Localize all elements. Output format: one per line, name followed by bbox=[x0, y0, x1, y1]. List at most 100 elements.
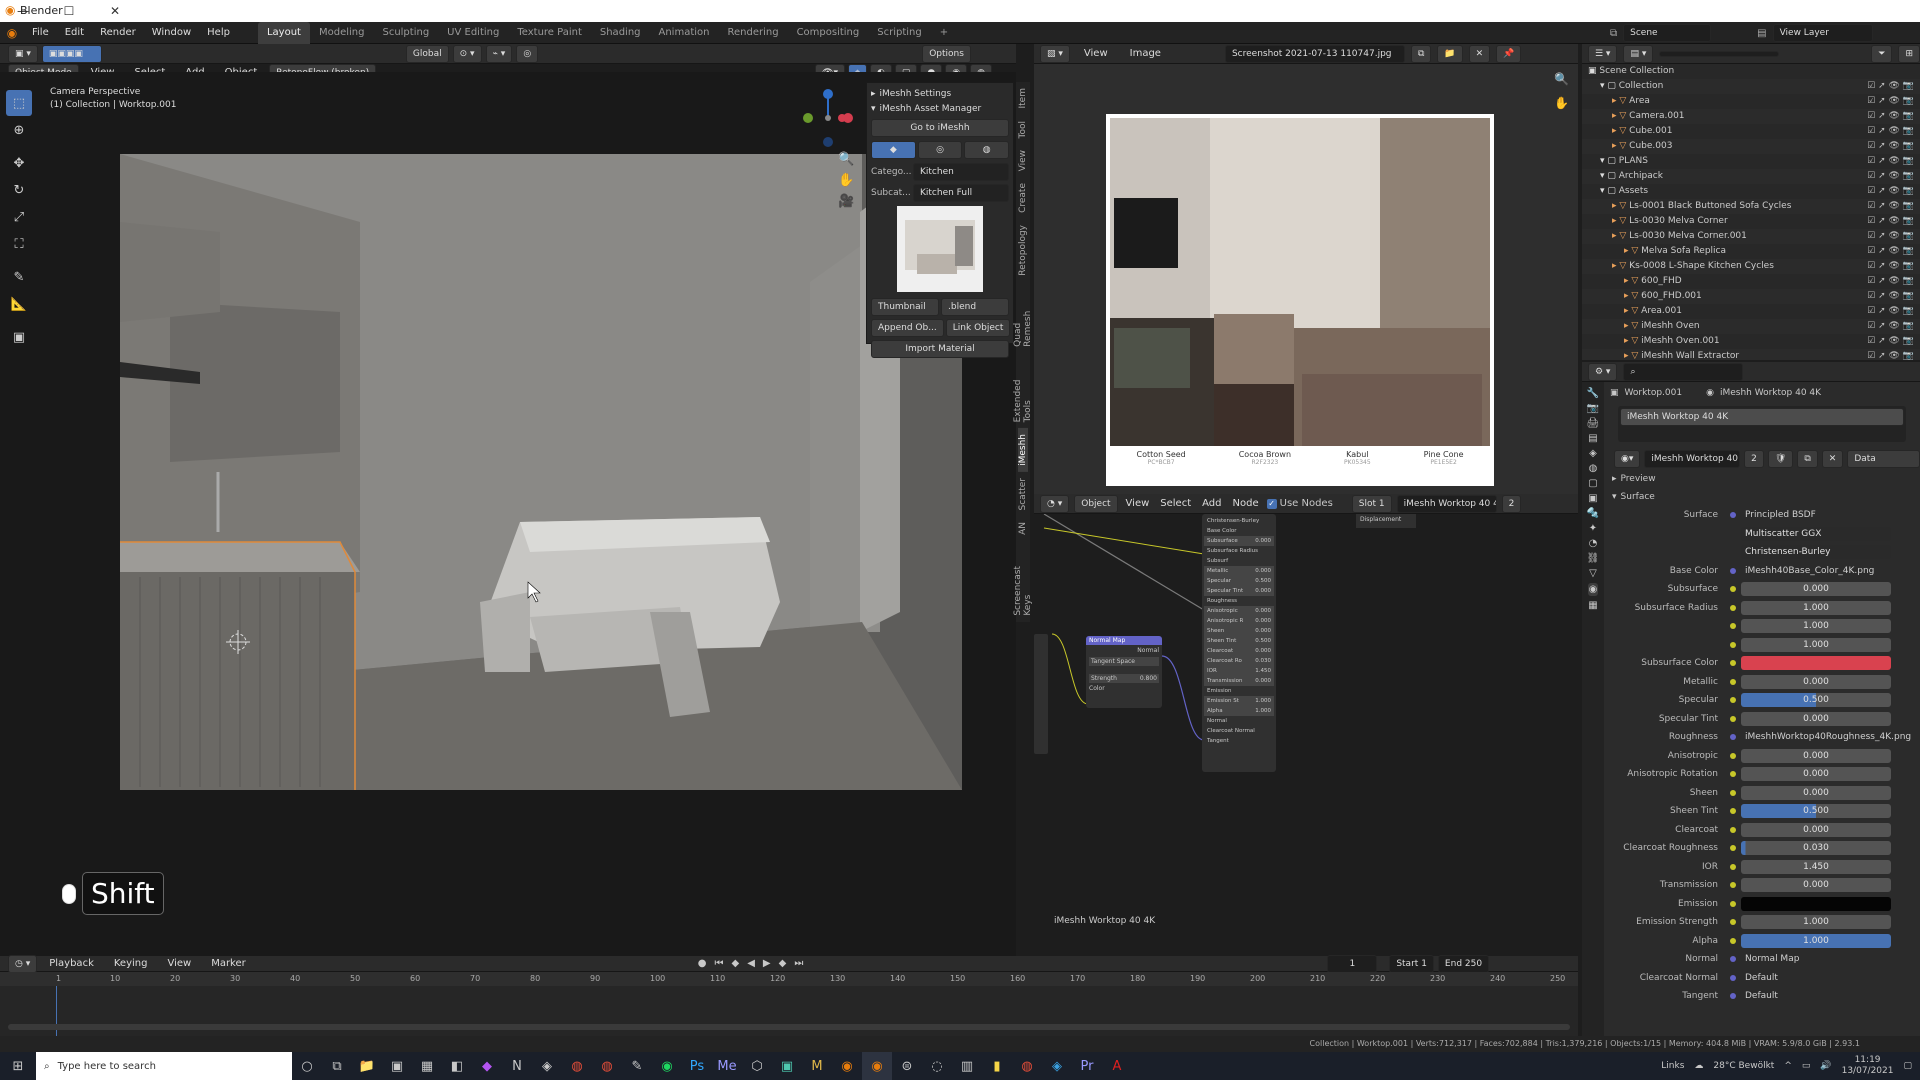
property-value[interactable]: 0.000 bbox=[1741, 822, 1891, 837]
property-value[interactable]: 0.000 bbox=[1741, 748, 1891, 763]
visibility-toggles[interactable]: ☑ ➚ 👁 📷 bbox=[1867, 334, 1914, 349]
socket-dot-icon[interactable] bbox=[1730, 956, 1736, 963]
node-material-users[interactable]: 2 bbox=[1501, 494, 1522, 513]
3d-viewport[interactable]: Camera Perspective (1) Collection | Work… bbox=[0, 72, 1016, 956]
property-value[interactable] bbox=[1741, 896, 1891, 911]
socket-dot-icon[interactable] bbox=[1730, 919, 1736, 926]
objects-tab-icon[interactable]: ◆ bbox=[871, 141, 916, 159]
timeline-scrollbar[interactable] bbox=[8, 1024, 1570, 1030]
outliner-type-button[interactable]: ☰ ▾ bbox=[1588, 44, 1618, 63]
app-icon[interactable]: M bbox=[802, 1052, 832, 1080]
menu-file[interactable]: File bbox=[24, 22, 57, 44]
outliner-item[interactable]: ▸ ▽ Area.001 ☑ ➚ 👁 📷 bbox=[1582, 304, 1920, 319]
bsdf-socket-row[interactable]: Roughness bbox=[1204, 596, 1274, 606]
file-explorer-icon[interactable]: 📁 bbox=[352, 1052, 382, 1080]
socket-dot-icon[interactable] bbox=[1730, 993, 1736, 1000]
photoshop-icon[interactable]: Ps bbox=[682, 1052, 712, 1080]
tab-layout[interactable]: Layout bbox=[257, 21, 310, 44]
socket-dot-icon[interactable] bbox=[1730, 826, 1736, 833]
bsdf-socket-row[interactable]: Sheen 0.000 bbox=[1204, 626, 1274, 636]
tab-animation[interactable]: Animation bbox=[650, 22, 719, 44]
socket-dot-icon[interactable] bbox=[1730, 789, 1736, 796]
measure-tool-icon[interactable]: 📐 bbox=[6, 291, 32, 317]
sticky-notes-icon[interactable]: ▮ bbox=[982, 1052, 1012, 1080]
unlink-image-icon[interactable]: ✕ bbox=[1468, 44, 1491, 63]
node-menu-node[interactable]: Node bbox=[1230, 493, 1262, 515]
add-cube-tool-icon[interactable]: ▣ bbox=[6, 324, 32, 350]
node-object-dropdown[interactable]: Object bbox=[1074, 494, 1118, 513]
property-value[interactable]: 0.000 bbox=[1741, 878, 1891, 893]
bsdf-socket-row[interactable]: Emission St 1.000 bbox=[1204, 696, 1274, 706]
property-value[interactable]: 0.030 bbox=[1741, 841, 1891, 856]
add-workspace-button[interactable]: + bbox=[931, 22, 957, 44]
filter-icon[interactable]: ⏷ bbox=[1871, 44, 1893, 63]
move-tool-icon[interactable]: ✥ bbox=[6, 150, 32, 176]
chrome-icon[interactable]: ◍ bbox=[562, 1052, 592, 1080]
timeline-area[interactable]: 1 10 20 30 40 50 60 70 80 90 100 110 120 130 140 150 160… bbox=[0, 972, 1578, 1036]
outliner-item[interactable]: ▸ ▽ Ls-0030 Melva Corner.001 ☑ ➚ 👁 📷 bbox=[1582, 229, 1920, 244]
sidebar-tab-view[interactable]: View bbox=[1018, 144, 1028, 177]
normal-map-strength-field[interactable]: Strength 0.800 bbox=[1089, 674, 1159, 683]
socket-dot-icon[interactable] bbox=[1730, 734, 1736, 741]
bsdf-socket-row[interactable]: Subsurface Radius bbox=[1204, 546, 1274, 556]
property-value[interactable]: 1.000 bbox=[1741, 933, 1891, 948]
property-value[interactable]: Christensen-Burley bbox=[1741, 545, 1891, 560]
property-value[interactable]: 0.000 bbox=[1741, 711, 1891, 726]
slot-dropdown[interactable]: Slot 1 bbox=[1351, 494, 1392, 513]
tab-scripting[interactable]: Scripting bbox=[868, 22, 930, 44]
principled-bsdf-node[interactable]: Christensen-Burley Base Color Subsurface 0.… bbox=[1202, 514, 1276, 772]
material-tab-icon[interactable]: ◉ bbox=[1587, 583, 1599, 596]
visibility-toggles[interactable]: ☑ ➚ 👁 📷 bbox=[1867, 349, 1914, 360]
pan-hand-icon[interactable]: ✋ bbox=[838, 173, 854, 188]
scale-tool-icon[interactable]: ⤢ bbox=[6, 204, 32, 230]
bsdf-socket-row[interactable]: Specular Tint 0.000 bbox=[1204, 586, 1274, 596]
tray-arrow-icon[interactable]: ^ bbox=[1784, 1061, 1792, 1071]
hdri-tab-icon[interactable]: ◍ bbox=[964, 141, 1010, 159]
output-tab-icon[interactable]: 🖨 bbox=[1587, 418, 1600, 429]
outliner-search-input[interactable] bbox=[1659, 50, 1780, 57]
play-icon[interactable]: ▶ bbox=[763, 958, 771, 969]
outliner-item[interactable]: ▸ ▽ Area ☑ ➚ 👁 📷 bbox=[1582, 94, 1920, 109]
socket-dot-icon[interactable] bbox=[1730, 586, 1736, 593]
outliner-item[interactable]: ▸ ▽ iMeshh Oven ☑ ➚ 👁 📷 bbox=[1582, 319, 1920, 334]
object-tab-icon[interactable]: ▣ bbox=[1588, 493, 1597, 504]
surface-panel-header[interactable]: ▾ Surface bbox=[1604, 488, 1920, 506]
material-users-count[interactable]: 2 bbox=[1744, 450, 1764, 468]
property-value[interactable]: 1.000 bbox=[1741, 637, 1891, 652]
socket-dot-icon[interactable] bbox=[1730, 641, 1736, 648]
menu-window[interactable]: Window bbox=[144, 22, 199, 44]
socket-dot-icon[interactable] bbox=[1730, 882, 1736, 889]
bsdf-socket-row[interactable]: Clearcoat Normal bbox=[1204, 726, 1274, 736]
bsdf-socket-row[interactable]: Specular 0.500 bbox=[1204, 576, 1274, 586]
blender-active-icon[interactable]: ◉ bbox=[862, 1052, 892, 1080]
app-icon[interactable]: ◌ bbox=[922, 1052, 952, 1080]
pivot-point-icon[interactable]: ⊙ ▾ bbox=[452, 44, 482, 63]
fake-user-icon[interactable]: 🛡 bbox=[1767, 450, 1794, 468]
network-icon[interactable]: ▭ bbox=[1802, 1061, 1811, 1071]
property-value[interactable]: Default bbox=[1741, 989, 1891, 1003]
sidebar-tab-screencast-keys[interactable]: Screencast Keys bbox=[1013, 541, 1033, 622]
render-tab-icon[interactable]: 📷 bbox=[1587, 403, 1599, 414]
asset-thumbnail[interactable] bbox=[897, 206, 983, 292]
property-value[interactable]: 0.000 bbox=[1741, 785, 1891, 800]
outliner-item[interactable]: ▾ ▢ Assets ☑ ➚ 👁 📷 bbox=[1582, 184, 1920, 199]
socket-dot-icon[interactable] bbox=[1730, 863, 1736, 870]
socket-dot-icon[interactable] bbox=[1730, 974, 1736, 981]
visibility-toggles[interactable]: ☑ ➚ 👁 📷 bbox=[1867, 259, 1914, 274]
app-icon[interactable]: ▥ bbox=[952, 1052, 982, 1080]
calculator-icon[interactable]: ▦ bbox=[412, 1052, 442, 1080]
tool-tab-icon[interactable]: 🔧 bbox=[1587, 388, 1599, 399]
image-editor-type-button[interactable]: ▧ ▾ bbox=[1040, 44, 1070, 63]
materials-tab-icon[interactable]: ◎ bbox=[917, 141, 963, 159]
bsdf-socket-row[interactable]: Tangent bbox=[1204, 736, 1274, 746]
play-reverse-icon[interactable]: ◀ bbox=[747, 958, 755, 969]
property-value[interactable]: 1.000 bbox=[1741, 600, 1891, 615]
view-layer-tab-icon[interactable]: ▤ bbox=[1588, 433, 1597, 444]
app-icon[interactable]: ◈ bbox=[1042, 1052, 1072, 1080]
imeshh-asset-manager-header[interactable]: ▾ iMeshh Asset Manager bbox=[871, 101, 1009, 117]
import-material-button[interactable]: Import Material bbox=[871, 340, 1009, 358]
visibility-toggles[interactable]: ☑ ➚ 👁 📷 bbox=[1867, 94, 1914, 109]
outliner-item[interactable]: ▸ ▽ Ks-0008 L-Shape Kitchen Cycles ☑ ➚ 👁 … bbox=[1582, 259, 1920, 274]
menu-render[interactable]: Render bbox=[92, 22, 144, 44]
material-slot-list[interactable]: iMeshh Worktop 40 4K bbox=[1618, 406, 1906, 442]
